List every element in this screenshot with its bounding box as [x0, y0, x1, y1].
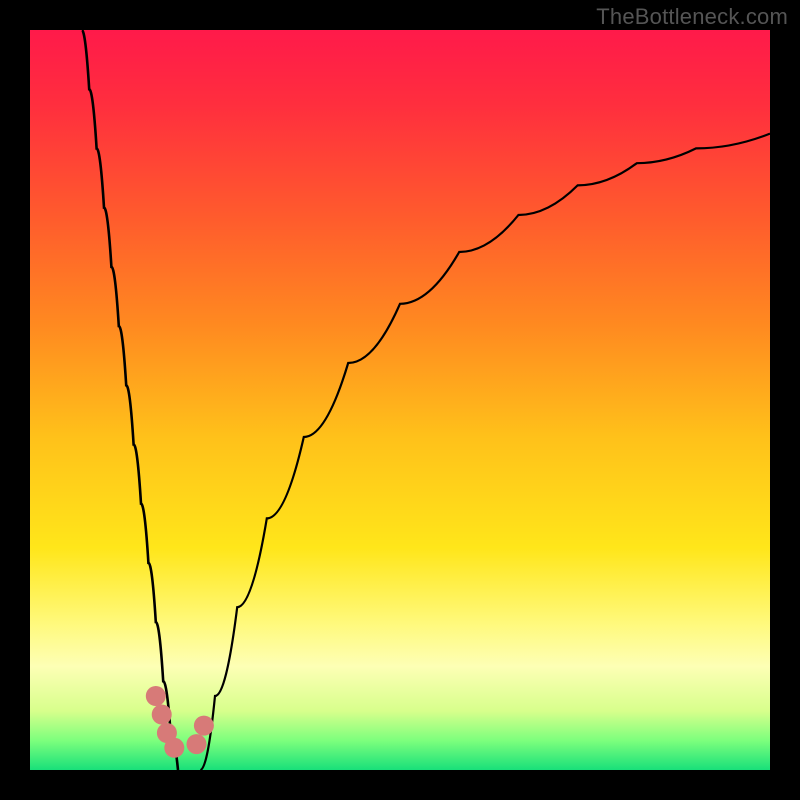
data-point: [164, 738, 184, 758]
plot-area: [30, 30, 770, 770]
chart-frame: TheBottleneck.com: [0, 0, 800, 800]
data-point: [194, 716, 214, 736]
data-point: [146, 686, 166, 706]
chart-canvas: [30, 30, 770, 770]
watermark-text: TheBottleneck.com: [596, 4, 788, 30]
gradient-background: [30, 30, 770, 770]
data-point: [152, 705, 172, 725]
data-point: [187, 734, 207, 754]
